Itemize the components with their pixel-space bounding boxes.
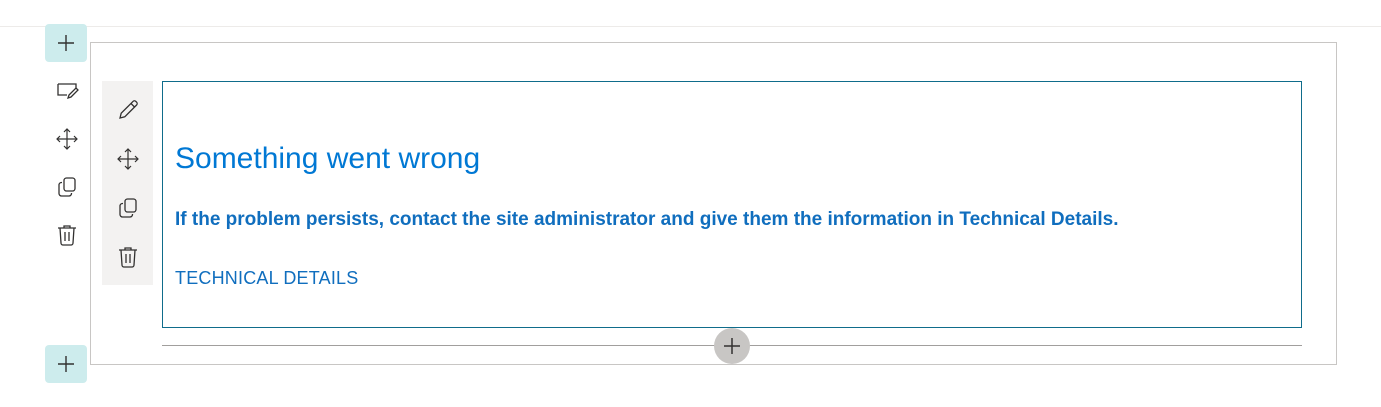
duplicate-section-button[interactable]: [50, 170, 84, 204]
move-webpart-button[interactable]: [111, 142, 145, 176]
add-webpart-button[interactable]: [714, 328, 750, 364]
error-title: Something went wrong: [175, 142, 481, 175]
technical-details-link[interactable]: TECHNICAL DETAILS: [175, 268, 358, 289]
plus-icon: [58, 35, 74, 51]
error-message: If the problem persists, contact the sit…: [175, 209, 1119, 230]
pencil-icon: [118, 99, 138, 119]
edit-webpart-button[interactable]: [111, 93, 145, 127]
move-icon: [56, 128, 78, 150]
add-section-top-button[interactable]: [45, 24, 87, 62]
top-divider: [0, 26, 1381, 27]
plus-icon: [58, 356, 74, 372]
copy-icon: [58, 177, 76, 197]
webpart-error-panel[interactable]: Something went wrong If the problem pers…: [162, 81, 1302, 328]
edit-section-icon: [57, 83, 79, 100]
delete-webpart-button[interactable]: [111, 240, 145, 274]
add-section-bottom-button[interactable]: [45, 345, 87, 383]
delete-section-button[interactable]: [50, 218, 84, 252]
section-toolbar: [50, 74, 84, 252]
edit-section-button[interactable]: [50, 74, 84, 108]
trash-icon: [118, 246, 137, 268]
duplicate-webpart-button[interactable]: [111, 191, 145, 225]
move-section-button[interactable]: [50, 122, 84, 156]
copy-icon: [118, 197, 137, 218]
plus-icon: [724, 338, 740, 354]
trash-icon: [58, 225, 76, 246]
move-icon: [116, 147, 139, 170]
webpart-toolbar: [102, 81, 153, 285]
